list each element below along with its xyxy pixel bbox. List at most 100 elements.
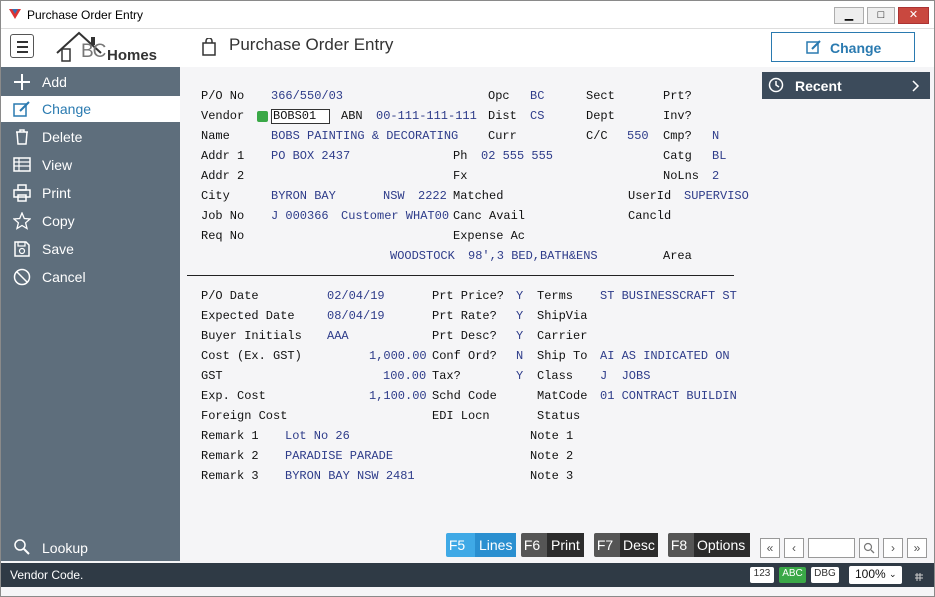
foreign-cost-label: Foreign Cost [201,409,288,423]
dist-value[interactable]: CS [530,109,544,123]
state-value[interactable]: NSW [383,189,405,203]
gst-value[interactable]: 100.00 [383,369,426,383]
debug-chip[interactable]: DBG [811,567,839,583]
inv-label: Inv? [663,109,692,123]
first-record-button[interactable]: « [760,538,780,558]
postcode-value[interactable]: 2222 [418,189,447,203]
f7-label: Desc [620,533,658,557]
abc-mode-chip[interactable]: ABC [779,567,806,583]
f5-lines-button[interactable]: F5 Lines [446,533,517,557]
sidebar-item-add[interactable]: Add [1,69,180,95]
next-record-button[interactable]: › [883,538,903,558]
plus-icon [14,74,30,90]
sidebar-item-delete[interactable]: Delete [1,124,180,150]
tax-label: Tax? [432,369,461,383]
conf-ord-value[interactable]: N [516,349,523,363]
sidebar-item-label: Copy [42,213,75,229]
search-record-button[interactable] [859,538,879,558]
change-mode-button[interactable]: Change [771,32,915,62]
recent-button[interactable]: Recent [762,72,930,99]
abn-value[interactable]: 00-111-111-111 [376,109,477,123]
record-search-input[interactable] [808,538,855,558]
remark3-value[interactable]: BYRON BAY NSW 2481 [285,469,415,483]
chevron-right-icon [912,80,920,92]
close-button[interactable]: ✕ [898,7,929,24]
minimize-button[interactable]: ▁ [834,7,864,24]
remark1-value[interactable]: Lot No 26 [285,429,350,443]
shipvia-label: ShipVia [537,309,588,323]
terms-value[interactable]: ST BUSINESSCRAFT ST [600,289,737,303]
lookup-button[interactable]: Lookup [1,534,180,560]
edi-locn-label: EDI Locn [432,409,490,423]
trash-icon [16,129,28,145]
po-date-value[interactable]: 02/04/19 [327,289,385,303]
cost-value[interactable]: 1,000.00 [369,349,427,363]
po-no-value[interactable]: 366/550/03 [271,89,343,103]
addr1-value[interactable]: PO BOX 2437 [271,149,350,163]
hamburger-menu-button[interactable] [10,34,34,58]
city-value[interactable]: BYRON BAY [271,189,336,203]
sidebar-item-copy[interactable]: Copy [1,208,180,234]
userid-value[interactable]: SUPERVISO [684,189,749,203]
last-record-button[interactable]: » [907,538,927,558]
sidebar-item-print[interactable]: Print [1,180,180,206]
matcode-label: MatCode [537,389,588,403]
prt-price-value[interactable]: Y [516,289,523,303]
sidebar-item-label: Cancel [42,269,86,285]
catg-value[interactable]: BL [712,149,726,163]
star-icon [13,212,31,230]
req-no-label: Req No [201,229,245,243]
cancld-label: Cancld [628,209,672,223]
f8-label: Options [694,533,750,557]
cancel-icon [13,268,31,286]
sidebar-item-save[interactable]: Save [1,236,180,262]
job-no-label: Job No [201,209,245,223]
chevron-down-icon: ⌄ [889,569,897,579]
exp-cost-value[interactable]: 1,100.00 [369,389,427,403]
addr1-label: Addr 1 [201,149,245,163]
previous-record-button[interactable]: ‹ [784,538,804,558]
nolns-label: NoLns [663,169,700,183]
f6-print-button[interactable]: F6 Print [521,533,584,557]
f7-key: F7 [596,537,614,553]
ship-to-value[interactable]: AI AS INDICATED ON [600,349,730,363]
recent-label: Recent [795,78,842,94]
expected-date-value[interactable]: 08/04/19 [327,309,385,323]
prt-desc-label: Prt Desc? [432,329,497,343]
f7-desc-button[interactable]: F7 Desc [594,533,658,557]
name-value[interactable]: BOBS PAINTING & DECORATING [271,129,458,143]
maximize-button[interactable]: □ [867,7,895,24]
sidebar-item-cancel[interactable]: Cancel [1,264,180,290]
f8-options-button[interactable]: F8 Options [668,533,750,557]
f6-key: F6 [523,537,541,553]
cc-value[interactable]: 550 [627,129,649,143]
ph-value[interactable]: 02 555 555 [481,149,553,163]
zoom-select[interactable]: 100% ⌄ [849,566,902,584]
printer-icon [13,184,31,202]
section-divider [187,275,734,276]
ship-to-label: Ship To [537,349,588,363]
job-detail-value: 98',3 BED,BATH&ENS [468,249,598,263]
resize-grip-icon[interactable] [915,568,923,581]
job-no-value[interactable]: J 000366 [271,209,329,223]
matcode-value[interactable]: 01 CONTRACT BUILDIN [600,389,737,403]
buyer-initials-value[interactable]: AAA [327,329,349,343]
opc-value[interactable]: BC [530,89,544,103]
right-panel: Recent [760,67,934,561]
edit-icon [806,40,821,54]
conf-ord-label: Conf Ord? [432,349,497,363]
expense-ac-label: Expense Ac [453,229,526,243]
catg-label: Catg [663,149,692,163]
cmp-value[interactable]: N [712,129,719,143]
tax-value[interactable]: Y [516,369,523,383]
curr-label: Curr [488,129,517,143]
prt-desc-value[interactable]: Y [516,329,523,343]
sidebar-item-view[interactable]: View [1,152,180,178]
prt-rate-value[interactable]: Y [516,309,523,323]
numeric-mode-chip[interactable]: 123 [750,567,774,583]
sidebar-item-label: Save [42,241,74,257]
class-value[interactable]: J JOBS [600,369,650,383]
remark2-value[interactable]: PARADISE PARADE [285,449,393,463]
nolns-value[interactable]: 2 [712,169,719,183]
sidebar-item-change[interactable]: Change [1,96,180,122]
